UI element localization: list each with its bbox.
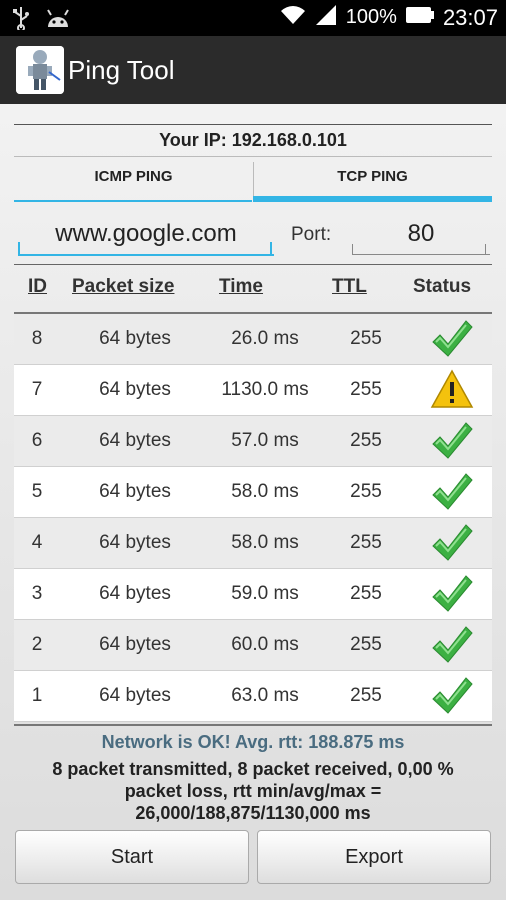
row-packet-size: 64 bytes bbox=[99, 685, 171, 706]
row-id: 6 bbox=[31, 430, 43, 451]
row-ttl: 255 bbox=[350, 583, 382, 604]
clock: 23:07 bbox=[442, 4, 498, 30]
row-packet-size: 64 bytes bbox=[99, 583, 171, 604]
action-bar: Ping Tool bbox=[0, 36, 506, 106]
table-row[interactable]: 4 64 bytes 58.0 ms 255 bbox=[14, 518, 492, 569]
row-ttl: 255 bbox=[350, 532, 382, 553]
row-ttl: 255 bbox=[350, 685, 382, 706]
app-title: Ping Tool bbox=[68, 55, 175, 85]
start-button[interactable]: Start bbox=[15, 830, 249, 884]
table-header: ID Packet size Time TTL Status bbox=[14, 276, 492, 306]
divider bbox=[14, 724, 492, 726]
row-ttl: 255 bbox=[350, 634, 382, 655]
port-label: Port: bbox=[291, 224, 332, 245]
header-time[interactable]: Time bbox=[219, 276, 263, 298]
checkmark-icon bbox=[430, 522, 474, 564]
ping-results-table: 8 64 bytes 26.0 ms 255 7 64 bytes 1130.0 ms 255… bbox=[14, 314, 492, 722]
table-row[interactable]: 6 64 bytes 57.0 ms 255 bbox=[14, 416, 492, 467]
checkmark-icon bbox=[430, 471, 474, 513]
header-id[interactable]: ID bbox=[28, 276, 47, 298]
checkmark-icon bbox=[430, 675, 474, 717]
usb-icon bbox=[12, 6, 30, 35]
row-ttl: 255 bbox=[350, 328, 382, 349]
tab-indicator bbox=[14, 200, 252, 202]
checkmark-icon bbox=[430, 318, 474, 360]
divider bbox=[14, 124, 492, 125]
header-ttl[interactable]: TTL bbox=[332, 276, 367, 298]
row-ttl: 255 bbox=[350, 379, 382, 400]
signal-icon bbox=[314, 4, 338, 31]
header-status: Status bbox=[413, 276, 472, 297]
header-packet-size[interactable]: Packet size bbox=[72, 276, 174, 298]
checkmark-icon bbox=[430, 624, 474, 666]
checkmark-icon bbox=[430, 420, 474, 462]
host-input-underline bbox=[18, 242, 272, 254]
wifi-icon bbox=[280, 4, 306, 31]
row-packet-size: 64 bytes bbox=[99, 379, 171, 400]
ping-statistics: 8 packet transmitted, 8 packet received,… bbox=[52, 759, 454, 823]
android-icon bbox=[44, 7, 72, 34]
battery-icon bbox=[405, 5, 435, 30]
row-packet-size: 64 bytes bbox=[99, 430, 171, 451]
table-row[interactable]: 2 64 bytes 60.0 ms 255 bbox=[14, 620, 492, 671]
row-packet-size: 64 bytes bbox=[99, 634, 171, 655]
row-packet-size: 64 bytes bbox=[99, 532, 171, 553]
your-ip-label: Your IP: 192.168.0.101 bbox=[159, 130, 347, 150]
port-input-underline bbox=[352, 244, 486, 254]
row-id: 4 bbox=[31, 532, 43, 553]
row-ttl: 255 bbox=[350, 430, 382, 451]
table-row[interactable]: 3 64 bytes 59.0 ms 255 bbox=[14, 569, 492, 620]
row-id: 8 bbox=[31, 328, 43, 349]
tab-tcp-ping[interactable]: TCP PING bbox=[253, 162, 492, 202]
status-bar: 100% 23:07 bbox=[0, 0, 506, 36]
divider bbox=[14, 156, 492, 157]
table-row[interactable]: 5 64 bytes 58.0 ms 255 bbox=[14, 467, 492, 518]
row-id: 1 bbox=[31, 685, 43, 706]
checkmark-icon bbox=[430, 573, 474, 615]
row-id: 5 bbox=[31, 481, 43, 502]
row-id: 7 bbox=[31, 379, 43, 400]
tab-icmp-label: ICMP PING bbox=[94, 168, 173, 185]
row-id: 3 bbox=[31, 583, 43, 604]
row-packet-size: 64 bytes bbox=[99, 328, 171, 349]
tab-icmp-ping[interactable]: ICMP PING bbox=[14, 162, 253, 202]
warning-icon bbox=[430, 369, 474, 411]
export-button[interactable]: Export bbox=[257, 830, 491, 884]
battery-percent: 100% bbox=[345, 6, 397, 28]
main-content: Your IP: 192.168.0.101 ICMP PING TCP PIN… bbox=[0, 104, 506, 900]
table-row[interactable]: 8 64 bytes 26.0 ms 255 bbox=[14, 314, 492, 365]
divider bbox=[14, 264, 492, 265]
network-summary: Network is OK! Avg. rtt: 188.875 ms bbox=[101, 732, 405, 752]
robot-app-icon[interactable] bbox=[16, 46, 64, 94]
table-row[interactable]: 7 64 bytes 1130.0 ms 255 bbox=[14, 365, 492, 416]
table-row[interactable]: 1 64 bytes 63.0 ms 255 bbox=[14, 671, 492, 722]
row-packet-size: 64 bytes bbox=[99, 481, 171, 502]
tab-tcp-label: TCP PING bbox=[337, 168, 408, 185]
row-id: 2 bbox=[31, 634, 43, 655]
tab-indicator-selected bbox=[253, 196, 492, 202]
row-ttl: 255 bbox=[350, 481, 382, 502]
